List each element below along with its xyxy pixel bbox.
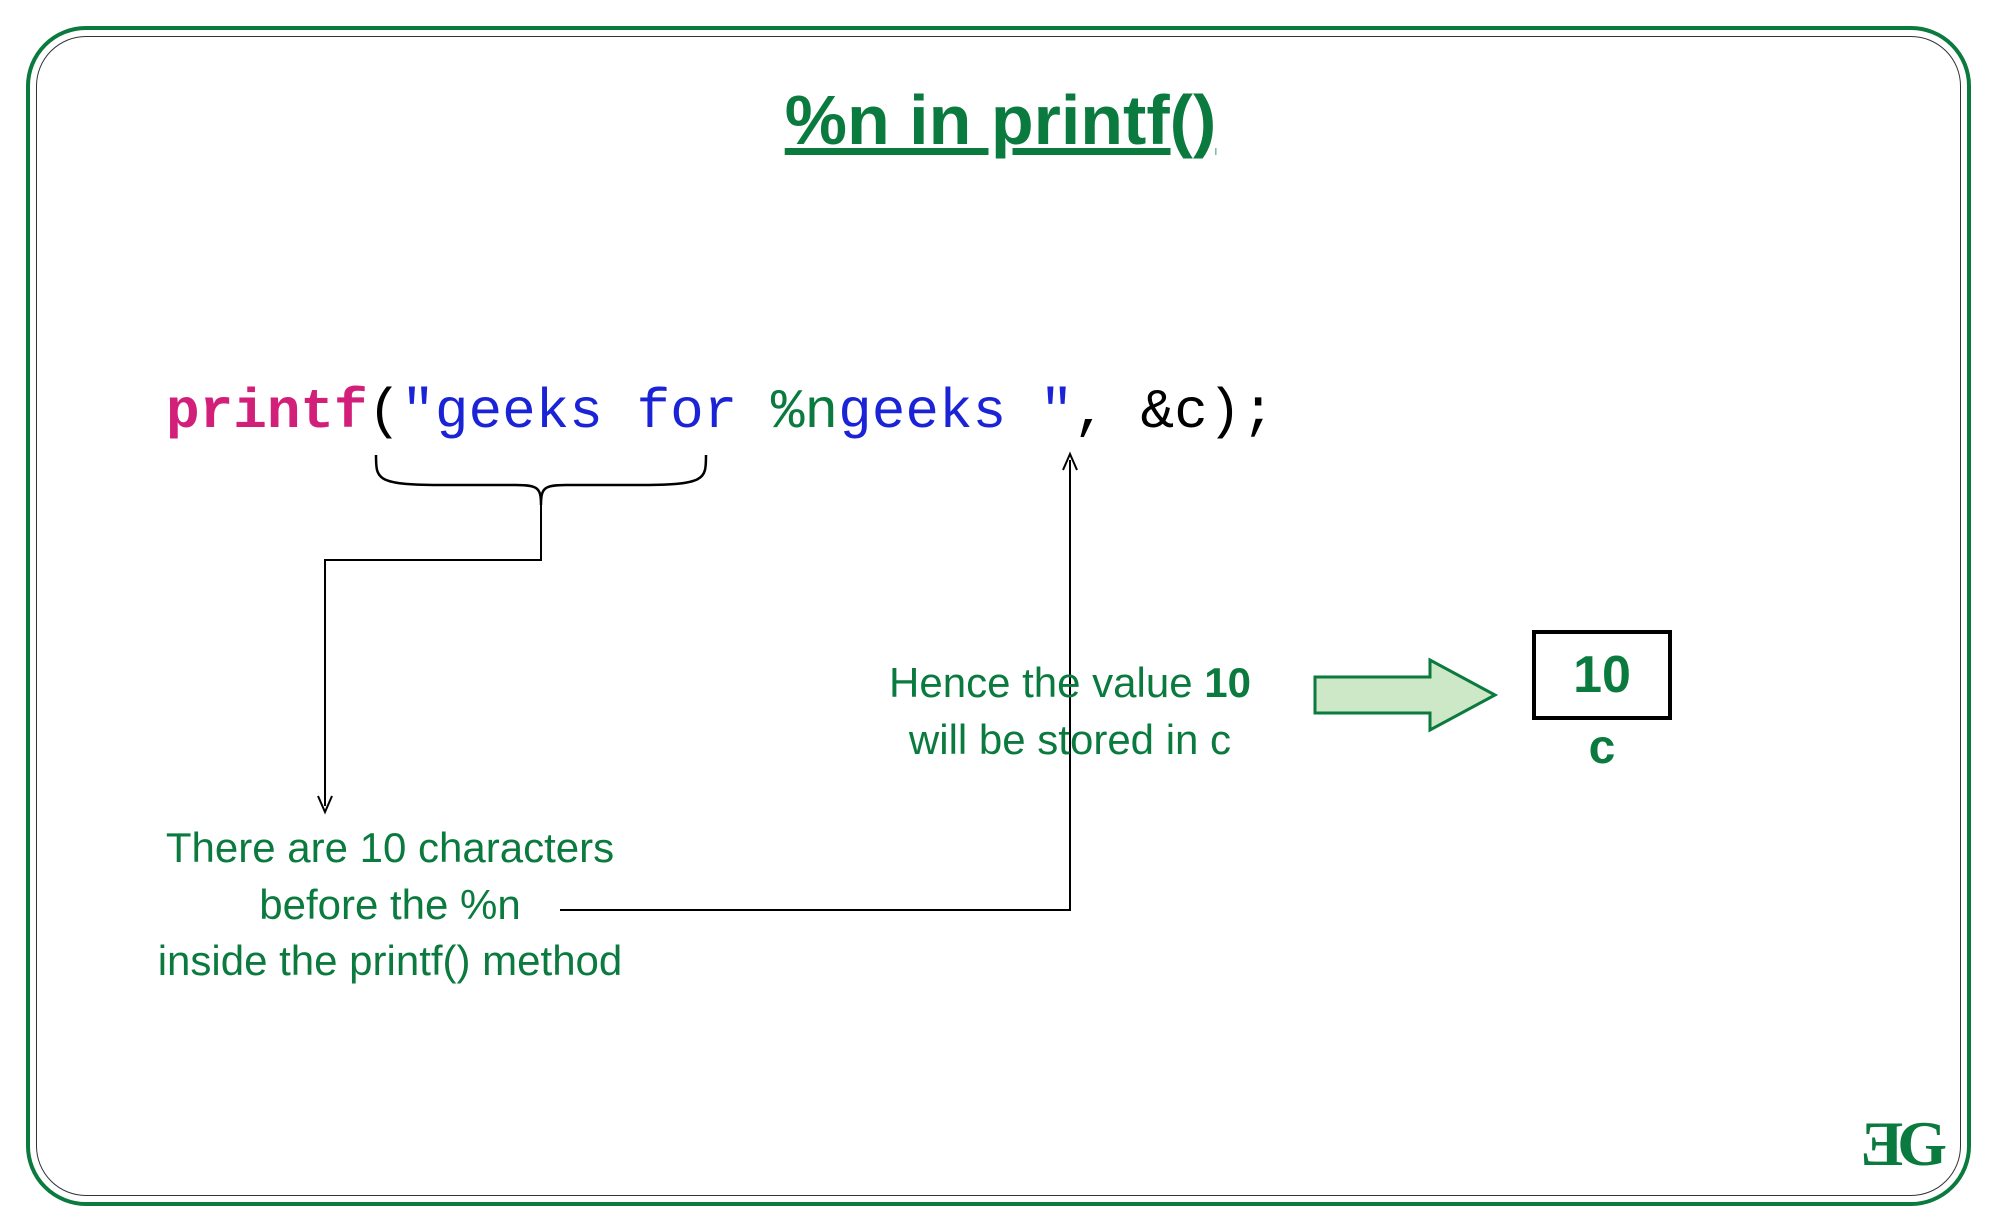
callout-left-line2: before the %n	[259, 881, 521, 928]
callout-store-value: Hence the value 10 will be stored in c	[870, 655, 1270, 768]
variable-value-box: 10	[1532, 630, 1672, 720]
callout-right-line2: will be stored in c	[909, 716, 1231, 763]
code-keyword-printf: printf	[166, 380, 368, 444]
code-quote-close: "	[1040, 380, 1074, 444]
callout-right-bold: 10	[1204, 659, 1251, 706]
code-percent-n: %n	[771, 380, 838, 444]
callout-left-line3: inside the printf() method	[158, 937, 623, 984]
code-string-geeks: geeks	[838, 380, 1040, 444]
diagram-title: %n in printf()	[0, 80, 2001, 160]
code-snippet: printf("geeks for %ngeeks ", &c);	[166, 380, 1275, 444]
block-arrow-icon	[1310, 655, 1500, 735]
code-quote-open: "	[401, 380, 435, 444]
code-rest: , &c);	[1073, 380, 1275, 444]
callout-left-line1: There are 10 characters	[166, 824, 614, 871]
variable-name-label: c	[1532, 720, 1672, 775]
code-string-geeks-for: geeks for	[435, 380, 771, 444]
curly-brace-icon	[366, 450, 716, 530]
variable-value: 10	[1573, 645, 1631, 705]
geeksforgeeks-logo: ƎG	[1861, 1107, 1941, 1181]
code-open-paren: (	[368, 380, 402, 444]
callout-char-count: There are 10 characters before the %n in…	[110, 820, 670, 990]
diagram-inner-border	[36, 36, 1961, 1196]
callout-right-pre: Hence the value	[889, 659, 1204, 706]
